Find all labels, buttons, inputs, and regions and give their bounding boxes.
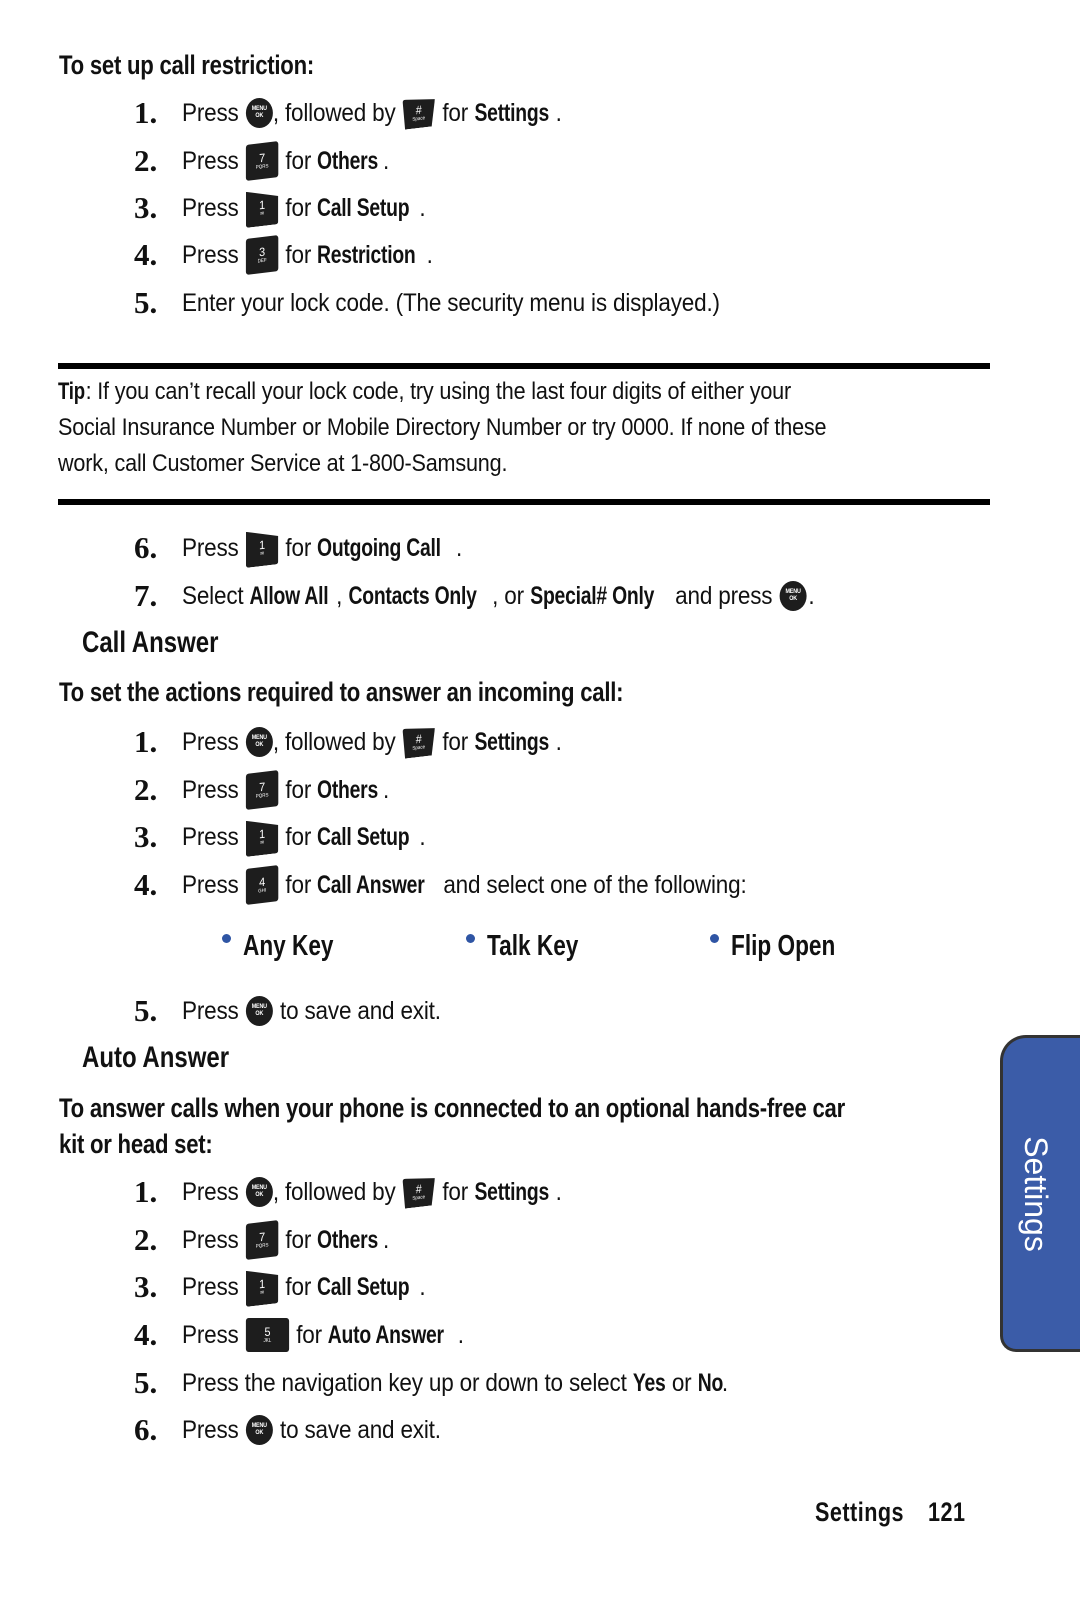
tip-bottom-rule — [58, 499, 990, 505]
menu-target: Call Setup — [317, 822, 410, 851]
menu-target: Others — [317, 146, 379, 175]
section-title-auto-answer: Auto Answer — [82, 1041, 230, 1074]
footer-section: Settings — [815, 1497, 905, 1527]
hash-space-key-icon: # Space — [403, 1175, 435, 1209]
key-1-icon: 1 ✉ — [246, 1267, 278, 1307]
menu-target: Restriction — [317, 240, 416, 269]
option-talk-key: Talk Key — [466, 930, 604, 963]
option-yes: Yes — [632, 1368, 666, 1397]
menu-ok-key-icon: MENU OK — [779, 581, 807, 611]
step-6: 6. Press 1 ✉ for Outgoing Call. — [134, 528, 493, 568]
step-7: 7. Select Allow All, Contacts Only, or S… — [134, 578, 815, 613]
menu-target: Call Setup — [317, 1272, 410, 1301]
key-3-icon: 3 DEF — [245, 235, 279, 275]
step-1: 1. Press MENU OK , followed by # Space for… — [134, 724, 562, 759]
step-number: 1. — [134, 95, 158, 130]
side-tab-label: Settings — [1017, 1135, 1054, 1252]
menu-target: Settings — [474, 98, 549, 127]
tip-label: Tip — [58, 378, 85, 405]
procedure-heading-call-restriction: To set up call restriction: — [59, 50, 314, 80]
key-7-icon: 7 PQRS — [245, 770, 279, 810]
key-1-icon: 1 ✉ — [246, 528, 278, 568]
key-4-icon: 4 GHI — [245, 865, 279, 905]
key-7-icon: 7 PQRS — [245, 1220, 279, 1260]
option-flip-open: Flip Open — [710, 930, 865, 963]
menu-ok-key-icon: MENU OK — [245, 996, 273, 1026]
step-text: Enter your lock code. (The security menu… — [182, 288, 720, 317]
key-1-icon: 1 ✉ — [246, 188, 278, 228]
option-contacts-only: Contacts Only — [348, 581, 477, 610]
menu-target: Others — [317, 1225, 379, 1254]
menu-target: Auto Answer — [328, 1320, 445, 1349]
procedure-heading-call-answer: To set the actions required to answer an… — [59, 677, 624, 707]
menu-target: Call Answer — [317, 870, 425, 899]
step-4: 4. Press 3 DEF for Restriction. — [134, 235, 461, 275]
step-1: 1. Press MENU OK , followed by # Space for… — [134, 1174, 562, 1209]
step-5: 5. Press the navigation key up or down t… — [134, 1365, 728, 1400]
menu-target: Outgoing Call — [317, 533, 442, 562]
key-1-icon: 1 ✉ — [246, 817, 278, 857]
step-2: 2. Press 7 PQRS for Others. — [134, 141, 412, 181]
bullet-icon — [710, 934, 719, 943]
menu-ok-key-icon: MENU OK — [245, 727, 273, 757]
menu-target: Others — [317, 775, 379, 804]
option-special-only: Special# Only — [530, 581, 655, 610]
step-5: 5. Press MENU OK to save and exit. — [134, 993, 441, 1028]
step-3: 3. Press 1 ✉ for Call Setup. — [134, 188, 452, 228]
bullet-icon — [466, 934, 475, 943]
step-3: 3. Press 1 ✉ for Call Setup. — [134, 1267, 452, 1307]
section-title-call-answer: Call Answer — [82, 626, 219, 659]
step-text: Press — [182, 98, 239, 127]
procedure-heading-auto-answer: To answer calls when your phone is conne… — [59, 1093, 845, 1159]
menu-ok-key-icon: MENU OK — [245, 1415, 273, 1445]
step-2: 2. Press 7 PQRS for Others. — [134, 770, 412, 810]
key-5-icon: 5 JKL — [245, 1318, 290, 1352]
step-4: 4. Press 4 GHI for Call Answer and select… — [134, 865, 809, 905]
section-side-tab[interactable]: Settings — [1000, 1035, 1080, 1352]
menu-ok-key-icon: MENU OK — [245, 98, 273, 128]
step-4: 4. Press 5 JKL for Auto Answer. — [134, 1317, 464, 1352]
option-allow-all: Allow All — [249, 581, 329, 610]
page-footer: Settings 121 — [815, 1497, 966, 1528]
menu-target: Settings — [474, 1177, 549, 1206]
step-2: 2. Press 7 PQRS for Others. — [134, 1220, 412, 1260]
option-any-key: Any Key — [222, 930, 359, 963]
key-7-icon: 7 PQRS — [245, 141, 279, 181]
hash-space-key-icon: # Space — [403, 96, 435, 130]
hash-space-key-icon: # Space — [403, 725, 435, 759]
tip-note: Tip: If you can’t recall your lock code,… — [58, 374, 827, 482]
page-number: 121 — [928, 1497, 966, 1527]
step-6: 6. Press MENU OK to save and exit. — [134, 1412, 441, 1447]
step-1: 1. Press MENU OK , followed by # Space for… — [134, 95, 562, 130]
step-3: 3. Press 1 ✉ for Call Setup. — [134, 817, 452, 857]
option-no: No — [697, 1368, 724, 1397]
menu-target: Call Setup — [317, 193, 410, 222]
bullet-icon — [222, 934, 231, 943]
menu-ok-key-icon: MENU OK — [245, 1177, 273, 1207]
tip-top-rule — [58, 363, 990, 369]
step-5: 5. Enter your lock code. (The security m… — [134, 285, 720, 320]
menu-target: Settings — [474, 727, 549, 756]
